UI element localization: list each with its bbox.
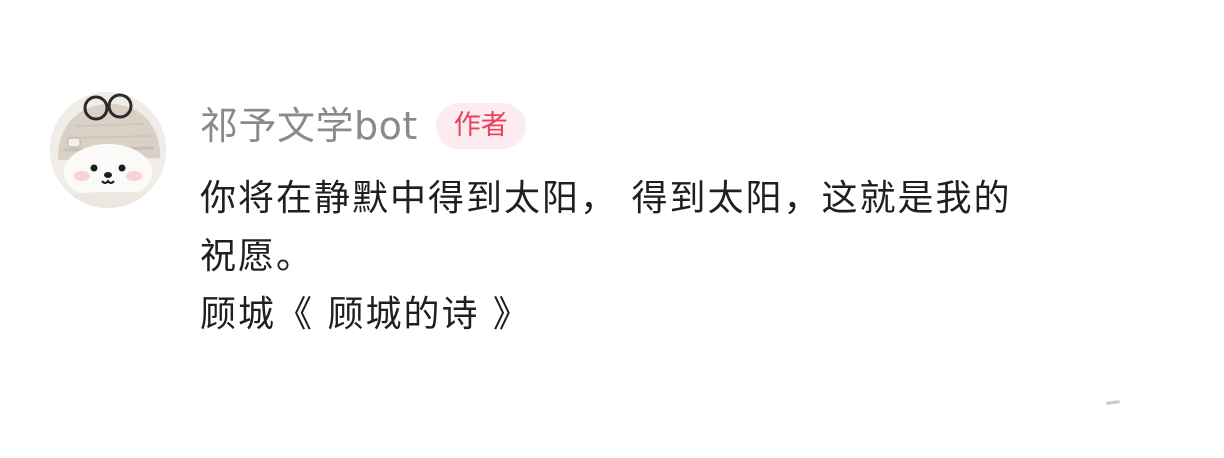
comment-item: 祁予文学bot 作者 你将在静默中得到太阳， 得到太阳，这就是我的 祝愿。 顾城… [0,0,1224,458]
comment-body: 你将在静默中得到太阳， 得到太阳，这就是我的 祝愿。 顾城《 顾城的诗 》 [200,170,1190,344]
avatar[interactable] [50,92,166,208]
comment-line: 祝愿。 [200,236,315,277]
comment-header: 祁予文学bot 作者 [200,100,526,152]
comment-line: 你将在静默中得到太阳， 得到太阳，这就是我的 [200,178,1012,219]
comment-line: 顾城《 顾城的诗 》 [200,294,531,335]
author-badge: 作者 [435,103,526,149]
bear-avatar-icon [50,92,166,208]
author-name[interactable]: 祁予文学bot [200,100,418,152]
divider-mark [1105,400,1121,405]
